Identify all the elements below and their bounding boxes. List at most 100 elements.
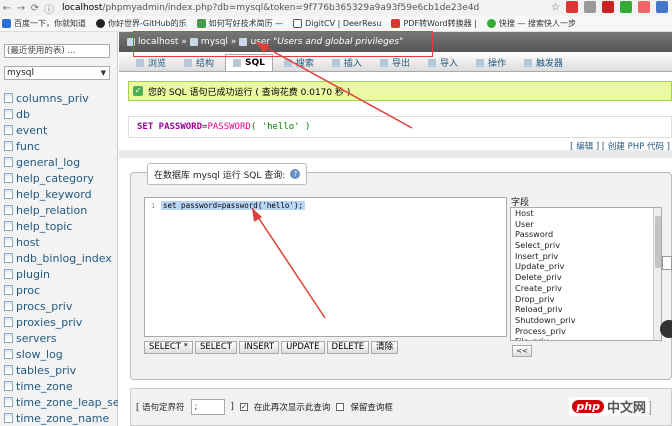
field-option[interactable]: Update_priv (511, 261, 661, 272)
bookmark-baidu[interactable]: 百度一下，你就知道 (2, 18, 86, 29)
table-item[interactable]: help_keyword (4, 186, 118, 202)
fields-scrollbar[interactable] (653, 208, 661, 340)
table-item[interactable]: event (4, 122, 118, 138)
field-option[interactable]: Reload_priv (511, 304, 661, 315)
clear-button[interactable]: 清除 (371, 341, 399, 354)
field-option[interactable]: Shutdown_priv (511, 315, 661, 326)
tab-import[interactable]: 导入 (421, 54, 465, 71)
field-option[interactable]: Create_priv (511, 283, 661, 294)
field-option[interactable]: Select_priv (511, 240, 661, 251)
export-icon (379, 58, 388, 67)
insert-field-button[interactable]: << (512, 345, 532, 357)
tab-operations[interactable]: 操作 (469, 54, 513, 71)
field-option[interactable]: Drop_priv (511, 294, 661, 305)
chevron-down-icon: ▼ (100, 69, 106, 77)
field-option[interactable]: User (511, 219, 661, 230)
tab-insert[interactable]: 插入 (325, 54, 369, 71)
field-option[interactable]: Insert_priv (511, 251, 661, 262)
table-item[interactable]: general_log (4, 154, 118, 170)
extension-green-icon[interactable] (620, 1, 632, 13)
side-control[interactable] (662, 256, 672, 270)
field-option[interactable]: Host (511, 208, 661, 219)
table-item[interactable]: help_category (4, 170, 118, 186)
table-icon (4, 173, 13, 183)
table-item[interactable]: time_zone_name (4, 410, 118, 426)
extension-blue-icon[interactable] (656, 1, 668, 13)
back-icon[interactable]: ← (0, 3, 14, 14)
select-all-button[interactable]: SELECT * (144, 341, 193, 354)
info-icon[interactable]: ⓘ (42, 1, 56, 16)
table-item[interactable]: proc (4, 282, 118, 298)
update-button[interactable]: UPDATE (281, 341, 325, 354)
main-content: localhost » mysql » user "Users and glob… (119, 32, 672, 426)
tab-browse[interactable]: 浏览 (129, 54, 173, 71)
show-again-checkbox[interactable]: ✓ (239, 403, 248, 411)
check-icon: ✓ (133, 86, 143, 96)
table-item[interactable]: columns_priv (4, 90, 118, 106)
database-select[interactable]: mysql ▼ (4, 66, 110, 80)
browse-icon (136, 58, 144, 67)
bookmark-digitcv[interactable]: DigitCV | DeerResu (293, 19, 381, 28)
github-icon (96, 19, 105, 28)
field-option[interactable]: Process_priv (511, 326, 661, 337)
breadcrumb-database[interactable]: mysql (201, 37, 228, 47)
table-item[interactable]: time_zone (4, 378, 118, 394)
browser-url-bar[interactable]: ← → ⟳ ⓘ localhost/phpmyadmin/index.php?d… (0, 0, 672, 16)
table-item[interactable]: tables_priv (4, 362, 118, 378)
insert-button[interactable]: INSERT (238, 341, 280, 354)
php-logo: php (572, 400, 604, 413)
star-icon[interactable]: ☆ (551, 2, 560, 13)
bookmark-pdf[interactable]: PDF转Word转换器 | (391, 18, 477, 29)
import-icon (427, 58, 436, 67)
extension-pink-icon[interactable] (638, 1, 650, 13)
tab-triggers[interactable]: 触发器 (517, 54, 570, 71)
table-item[interactable]: plugin (4, 266, 118, 282)
fields-listbox[interactable]: Host User Password Select_priv Insert_priv Up… (510, 207, 662, 341)
delete-button[interactable]: DELETE (326, 341, 370, 354)
scroll-thumb[interactable] (655, 216, 661, 268)
table-item[interactable]: host (4, 234, 118, 250)
forward-icon[interactable]: → (14, 3, 28, 14)
field-option[interactable]: Delete_priv (511, 272, 661, 283)
bookmark-github[interactable]: 你好世界-GitHub的乐 (96, 18, 187, 29)
extension-red-icon[interactable] (566, 1, 578, 13)
extension-adblock-icon[interactable] (602, 1, 614, 13)
extension-gray-icon[interactable] (584, 1, 596, 13)
help-icon[interactable]: ? (290, 169, 301, 179)
table-icon (4, 285, 13, 295)
table-icon (4, 189, 13, 199)
breadcrumb-server[interactable]: localhost (138, 37, 178, 47)
round-widget-icon[interactable] (660, 320, 672, 338)
tab-sql[interactable]: SQL (225, 54, 273, 71)
table-item[interactable]: help_relation (4, 202, 118, 218)
tab-structure[interactable]: 结构 (177, 54, 221, 71)
table-icon (4, 365, 13, 375)
url-text[interactable]: localhost/phpmyadmin/index.php?db=mysql&… (62, 3, 532, 13)
table-item[interactable]: func (4, 138, 118, 154)
page-icon (293, 19, 303, 28)
delimiter-input[interactable]: ; (190, 399, 225, 415)
bookmark-kuaisou[interactable]: 快搜 — 搜索快人一步 (486, 18, 576, 29)
tab-search[interactable]: 搜索 (277, 54, 321, 71)
table-item[interactable]: slow_log (4, 346, 118, 362)
tab-export[interactable]: 导出 (373, 54, 417, 71)
select-button[interactable]: SELECT (194, 341, 237, 354)
table-item[interactable]: servers (4, 330, 118, 346)
table-item[interactable]: procs_priv (4, 298, 118, 314)
field-option[interactable]: File_priv (511, 336, 661, 340)
breadcrumb-table[interactable]: user (250, 37, 270, 47)
table-item[interactable]: db (4, 106, 118, 122)
bookmark-resume[interactable]: 如何写好技术简历 — (196, 18, 283, 29)
success-message: ✓ 您的 SQL 语句已成功运行 ( 查询花费 0.0170 秒 ) (128, 81, 672, 101)
sql-editor[interactable]: 1 set password=password('hello'); (144, 197, 507, 337)
recent-tables-select[interactable]: (最近使用的表) ... (4, 44, 110, 58)
table-item[interactable]: ndb_binlog_index (4, 250, 118, 266)
sql-code-line[interactable]: set password=password('hello'); (161, 201, 305, 210)
search-circle-icon (486, 19, 496, 28)
table-item[interactable]: time_zone_leap_sec (4, 394, 118, 410)
field-option[interactable]: Password (511, 229, 661, 240)
reload-icon[interactable]: ⟳ (28, 3, 42, 14)
table-item[interactable]: help_topic (4, 218, 118, 234)
table-item[interactable]: proxies_priv (4, 314, 118, 330)
keep-box-checkbox[interactable] (336, 403, 345, 411)
